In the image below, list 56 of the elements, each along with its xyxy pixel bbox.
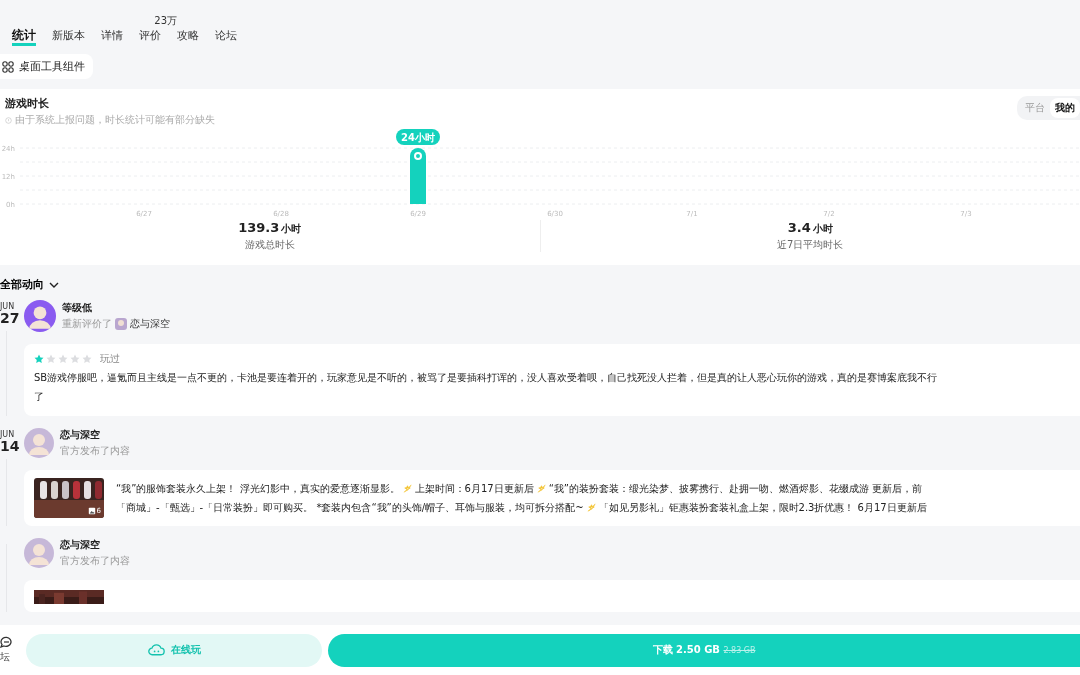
- info-icon: [5, 116, 12, 124]
- user-name[interactable]: 恋与深空: [60, 428, 130, 442]
- action-text: 官方发布了内容: [60, 444, 130, 458]
- tab[interactable]: 论坛: [215, 28, 237, 43]
- star-icon: [58, 354, 68, 364]
- stat-value: 139.3: [238, 220, 280, 235]
- star-icon: [82, 354, 92, 364]
- avatar-icon: [24, 428, 54, 458]
- star-icon: [34, 354, 44, 364]
- tab[interactable]: 统计: [12, 27, 36, 46]
- grid-icon: [2, 60, 14, 73]
- review-card[interactable]: 玩过 SB游戏停服吧，逼氪而且主线是一点不更的，卡池是要连着开的，玩家意见是不听的，被骂了是要插科打诨的，没人喜欢受着呗，自己找死没人拦着，但是真的让人恶心玩你的游戏，真的是赛博案底我不行 了: [24, 344, 1080, 416]
- tab[interactable]: 攻略: [177, 28, 199, 43]
- stat-unit: 小时: [812, 222, 833, 236]
- stat-value: 3.4: [787, 220, 811, 235]
- filter-dropdown[interactable]: 全部动向: [0, 277, 59, 292]
- widget-button[interactable]: 桌面工具组件: [0, 54, 93, 79]
- date-month: JUN: [0, 302, 15, 311]
- tab[interactable]: 评价: [139, 28, 161, 43]
- post-text: “我”的服饰套装永久上架！ 浮光幻影中，真实的爱意逐渐显影。 上架时间：6月17日更新后 “我”的装扮套装：缎光染梦、披雾携行、赴拥一吻、燃酒烬影、花缀成游 更新后，前: [116, 482, 924, 496]
- review-text: SB游戏停服吧，逼氪而且主线是一点不更的，卡池是要连着开的，玩家意见是不听的，被骂了是要插科打诨的，没人喜欢受着呗，自己找死没人拦着，但是真的让人恶心玩你的游戏，真的是赛博案底我不行: [34, 371, 939, 385]
- action-text: 重新评价了: [62, 317, 112, 331]
- date-day: 14: [0, 439, 20, 453]
- tab[interactable]: 新版本: [52, 28, 85, 43]
- game-icon: [115, 318, 127, 330]
- data-label: 24小时: [401, 132, 435, 143]
- review-text: 了: [34, 390, 45, 404]
- date-month: JUN: [0, 430, 15, 439]
- post-card[interactable]: [24, 580, 1080, 612]
- review-count: 23万: [154, 14, 177, 28]
- value-label: 24小时: [396, 129, 440, 145]
- tab[interactable]: 详情: [101, 28, 123, 43]
- action-text: 官方发布了内容: [60, 554, 130, 568]
- caret-icon: [49, 281, 59, 288]
- play-status: 玩过: [100, 352, 120, 366]
- cloud-game-icon: [147, 644, 165, 656]
- image-icon: [87, 507, 96, 515]
- card-title: 游戏时长: [5, 96, 50, 111]
- stat-unit: 小时: [281, 222, 302, 236]
- avatar-icon: [24, 300, 56, 332]
- star-icon: [70, 354, 80, 364]
- game-link[interactable]: 恋与深空: [130, 317, 170, 331]
- user-name[interactable]: 等级低: [62, 301, 170, 315]
- avatar-icon: [24, 538, 54, 568]
- date-day: 27: [0, 311, 20, 325]
- post-text: 「商城」-「甄选」-「日常装扮」即可购买。 *套装内包含“我”的头饰/帽子、耳饰与服装，均可拆分搭配~ 「如见另影礼」钜惠装扮套装礼盒上架，限时2.3折优惠！ 6月17日更新后: [116, 501, 927, 515]
- stat-label: 游戏总时长: [243, 238, 296, 252]
- chat-icon[interactable]: [0, 636, 14, 650]
- star-icon: [46, 354, 56, 364]
- toggle-option[interactable]: 我的: [1050, 98, 1080, 118]
- stat-label: 近7日平均时长: [776, 238, 845, 252]
- forum-label: 坛: [0, 650, 10, 664]
- bar: [410, 148, 426, 204]
- dot-icon: [414, 152, 422, 160]
- note-text: 由于系统上报问题，时长统计可能有部分缺失: [15, 113, 215, 127]
- user-name[interactable]: 恋与深空: [60, 538, 130, 552]
